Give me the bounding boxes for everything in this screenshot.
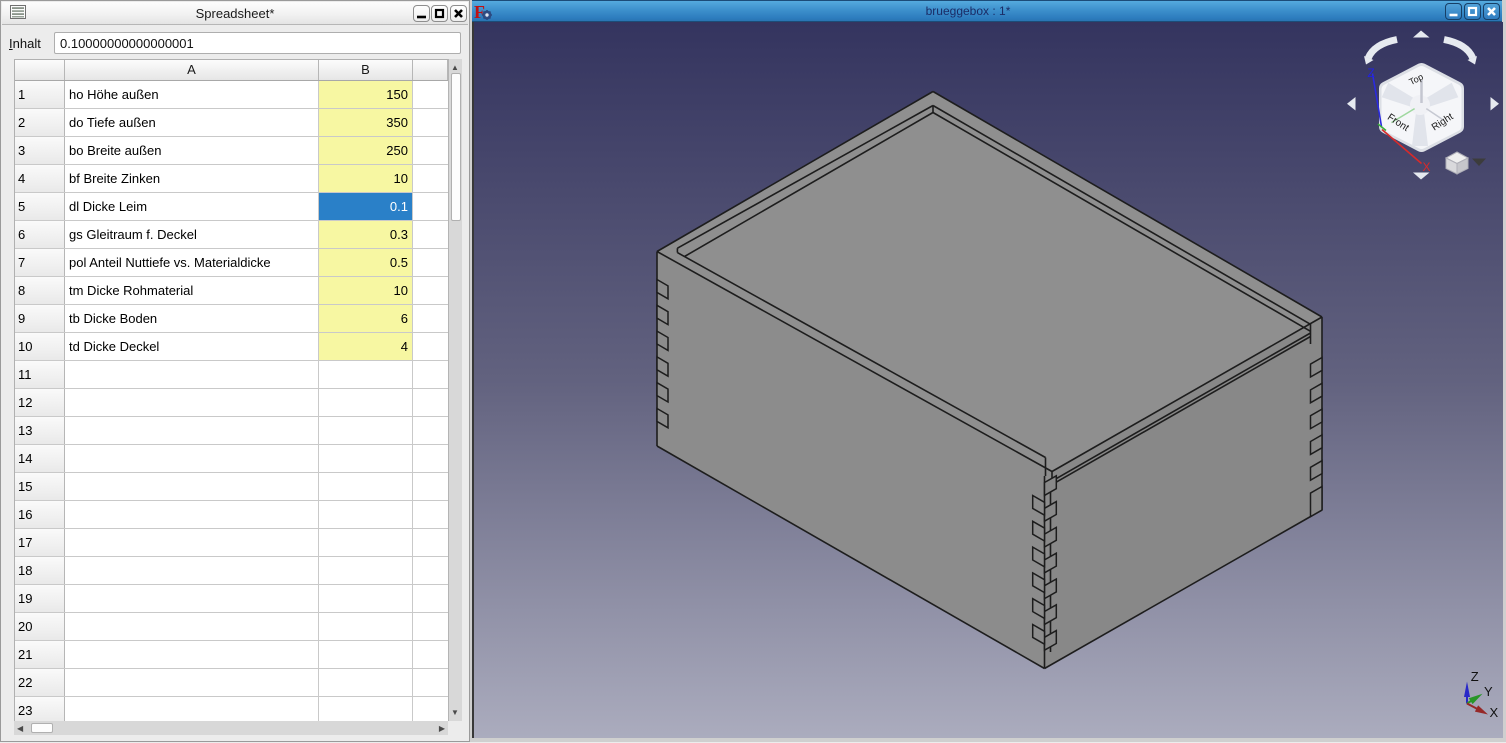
svg-text:Y: Y bbox=[1484, 684, 1493, 699]
svg-text:Z: Z bbox=[1367, 66, 1374, 80]
svg-text:Z: Z bbox=[1471, 669, 1479, 684]
svg-text:X: X bbox=[1490, 705, 1499, 720]
svg-text:X: X bbox=[1422, 160, 1430, 174]
